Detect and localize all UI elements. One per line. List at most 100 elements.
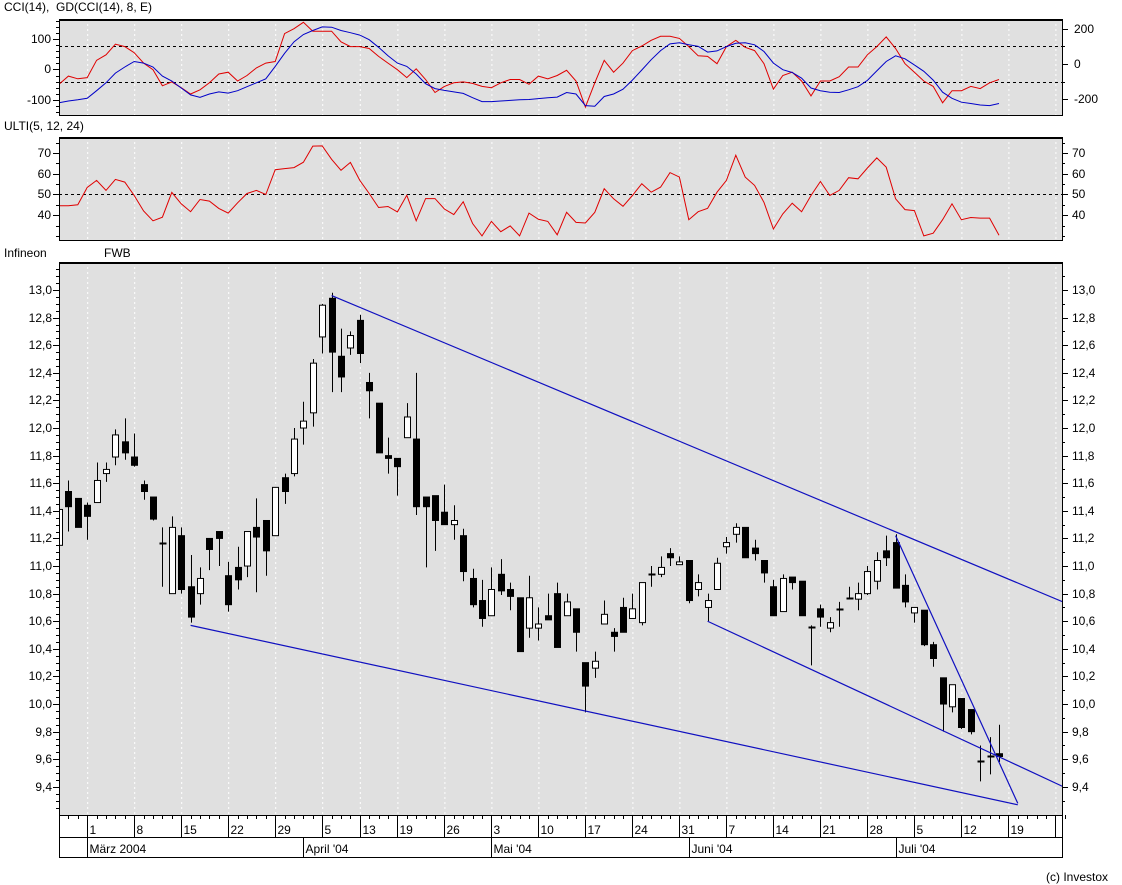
candle-body-up — [639, 582, 646, 624]
candle-body-up — [94, 479, 101, 504]
candle — [517, 597, 524, 653]
y-tick-label: 70 — [38, 146, 52, 160]
candle-body-down — [413, 438, 420, 508]
right-y-tick-label: 40 — [1072, 208, 1086, 222]
x-week-label: 8 — [137, 823, 144, 837]
candle-body-up — [526, 597, 533, 629]
candle — [968, 709, 975, 735]
right-y-tick-label: 70 — [1072, 146, 1086, 160]
candle-body-up — [855, 593, 862, 600]
candle-body-up — [300, 420, 307, 429]
candle-body-down — [517, 597, 524, 653]
candle-body-up — [780, 577, 787, 613]
candle-body-down — [507, 588, 514, 597]
x-week-label: 15 — [184, 823, 198, 837]
x-week-label: 14 — [776, 823, 790, 837]
candle-body-down — [65, 491, 72, 508]
y-tick-label: 11,0 — [30, 559, 53, 573]
candle — [742, 526, 749, 559]
right-y-tick-label: 11,8 — [1072, 449, 1095, 463]
right-y-tick-label: 9,4 — [1072, 780, 1089, 794]
candle-body-up — [723, 542, 730, 548]
candle-body-up — [319, 304, 326, 338]
candle-body-down — [376, 402, 383, 454]
candle-body-up — [488, 588, 495, 617]
candle-body-down — [611, 631, 618, 637]
candle — [958, 698, 965, 729]
candle-body-down — [752, 547, 759, 555]
right-y-tick-label: 10,4 — [1072, 642, 1096, 656]
candle-body-down — [122, 441, 129, 454]
x-week-label: 26 — [447, 823, 461, 837]
x-week-label: 5 — [325, 823, 332, 837]
y-tick-label: 9,6 — [35, 752, 52, 766]
candle-body-down — [263, 519, 270, 552]
x-month-label: April '04 — [306, 842, 349, 856]
candle-body-down — [554, 593, 561, 648]
candle-body-down — [216, 531, 223, 539]
x-week-label: 12 — [964, 823, 978, 837]
right-y-tick-label: 12,8 — [1072, 311, 1096, 325]
y-tick-label: 10,8 — [29, 587, 53, 601]
candle-body-down — [235, 566, 242, 581]
candle-body-down — [75, 497, 82, 528]
candle-body-down — [958, 698, 965, 729]
x-week-label: 17 — [588, 823, 602, 837]
y-tick-label: 11,4 — [30, 504, 53, 518]
candle-body-down — [432, 495, 439, 521]
cci-plot-area — [59, 19, 1062, 115]
y-tick-label: 11,2 — [30, 531, 53, 545]
ulti-plot-area — [59, 137, 1062, 240]
candle-body-down — [225, 575, 232, 606]
candle-body-down — [667, 553, 674, 559]
x-week-label: 19 — [1011, 823, 1025, 837]
y-tick-label: -100 — [27, 93, 51, 107]
x-month-label: Juli '04 — [899, 842, 936, 856]
candle-body-down — [573, 608, 580, 633]
candle-body-down — [789, 576, 796, 584]
stock-chart: 1000-1002000-20070 7060 6050 5040 4013,0 13,0… — [27, 19, 1098, 858]
y-tick-label: 9,8 — [35, 725, 52, 739]
candle-body-down — [930, 644, 937, 659]
candle-body-up — [169, 526, 176, 595]
candle-body-down — [479, 600, 486, 619]
x-week-label: 5 — [917, 823, 924, 837]
candle-body-up — [291, 438, 298, 475]
candle-body-down — [357, 319, 364, 354]
candle-body-up — [564, 601, 571, 617]
candle-body-up — [592, 660, 599, 669]
x-week-label: 21 — [823, 823, 837, 837]
candle-body-down — [206, 537, 213, 550]
y-tick-label: 0 — [44, 62, 51, 76]
candle — [921, 609, 928, 647]
candle-body-up — [535, 623, 542, 629]
candle — [639, 582, 646, 626]
y-tick-label: 12,8 — [29, 311, 53, 325]
x-month-label: Mai '04 — [494, 842, 533, 856]
candle-body-down — [385, 455, 392, 459]
candle-body-down — [582, 662, 589, 687]
candle-body-down — [178, 535, 185, 590]
y-tick-label: 10,2 — [29, 669, 53, 683]
y-tick-label: 12,0 — [29, 421, 53, 435]
candle-body-down — [761, 560, 768, 574]
y-tick-label: 12,6 — [29, 338, 53, 352]
candle-body-down — [423, 496, 430, 508]
right-y-tick-label: 12,6 — [1072, 338, 1096, 352]
candle-body-down — [150, 496, 157, 520]
right-y-tick-label: 11,4 — [1072, 504, 1095, 518]
y-tick-label: 40 — [38, 208, 52, 222]
y-tick-label: 12,4 — [29, 366, 53, 380]
right-y-tick-label: 0 — [1074, 57, 1081, 71]
candle-body-down — [686, 560, 693, 602]
candle-body-down — [141, 484, 148, 493]
y-tick-label: 50 — [38, 187, 52, 201]
right-y-tick-label: 10,8 — [1072, 587, 1096, 601]
candle-body-down — [188, 586, 195, 618]
right-y-tick-label: 12,4 — [1072, 366, 1096, 380]
right-y-tick-label: 12,2 — [1072, 393, 1096, 407]
candle-body-down — [893, 542, 900, 589]
price-panel: 13,0 13,0 12,8 12,8 12,6 12,6 12,4 12,4 12,2 12,2… — [29, 262, 1096, 816]
right-y-tick-label: 10,0 — [1072, 697, 1096, 711]
x-month-label: März 2004 — [90, 842, 147, 856]
